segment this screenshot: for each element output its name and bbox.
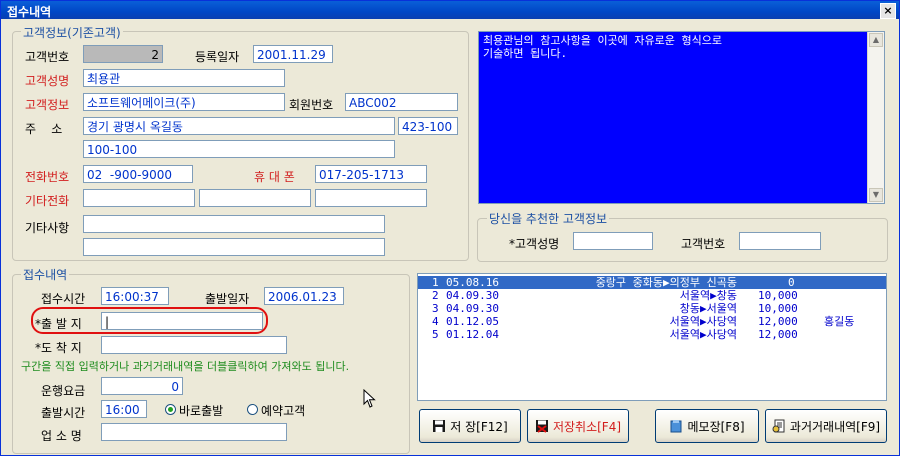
departure-date-label: 출발일자 [205,292,250,306]
history-fare: 12,000 [758,328,798,341]
history-date: 04.09.30 [446,302,499,315]
regdate-field[interactable]: 2001.11.29 [253,45,333,63]
mouse-cursor-icon [363,389,376,408]
customer-info-field[interactable]: 소프트웨어메이크(주) [83,93,285,111]
customer-id-field[interactable]: 2 [83,45,163,63]
memo-text: 최용관님의 참고사항을 이곳에 자유로운 형식으로 기술하면 됩니다. [483,34,723,60]
address-detail-field[interactable]: 100-100 [83,140,395,158]
notes-field-1[interactable] [83,215,385,233]
address-label: 주 소 [25,122,63,136]
reservation-radio[interactable] [247,404,258,415]
memo-scrollbar[interactable]: ▲ ▼ [867,32,884,203]
reception-time-field[interactable]: 16:00:37 [101,287,169,305]
history-date: 04.09.30 [446,289,499,302]
save-button-label: 저 장[F12] [450,419,508,434]
referrer-legend: 당신을 추천한 고객정보 [487,210,610,227]
history-row[interactable]: 3 04.09.30 창동▶서울역 10,000 [418,302,886,315]
history-route: 서울역▶사당역 [669,315,737,328]
origin-highlight [31,307,268,334]
customer-name-label: 고객성명 [25,74,70,88]
departure-date-field[interactable]: 2006.01.23 [264,287,344,305]
history-route: 창동▶서울역 [679,302,737,315]
history-fare: 10,000 [758,302,798,315]
cancel-save-button-label: 저장취소[F4] [552,419,622,434]
customer-info-label: 고객정보 [25,98,70,112]
history-row[interactable]: 1 05.08.16 중랑구 중화동▶의정부 신곡동 0 [418,276,886,289]
destination-label: *도 착 지 [35,341,82,355]
regdate-label: 등록일자 [195,50,240,64]
history-row[interactable]: 4 01.12.05 서울역▶사당역 12,000 홍길동 [418,315,886,328]
address-field[interactable]: 경기 광명시 옥길동 [83,117,395,135]
mobile-label: 휴 대 폰 [254,170,295,184]
history-name: 홍길동 [824,315,855,328]
customer-info-legend: 고객정보(기존고객) [21,24,123,41]
history-no: 5 [432,328,439,341]
history-fare: 0 [788,276,795,289]
history-no: 2 [432,289,439,302]
company-label: 업 소 명 [41,429,82,443]
referrer-name-label: *고객성명 [509,237,560,251]
floppy-cancel-icon [535,420,548,433]
fare-label: 운행요금 [41,384,86,398]
cancel-save-button[interactable]: 저장취소[F4] [527,409,629,443]
other-phone-field-2[interactable] [199,189,311,207]
floppy-disk-icon [433,420,446,432]
scroll-up-icon[interactable]: ▲ [869,33,883,47]
company-field[interactable] [101,423,287,441]
history-route: 서울역▶창동 [679,289,737,302]
zipcode-field[interactable]: 423-100 [398,117,458,135]
history-fare: 12,000 [758,315,798,328]
history-no: 3 [432,302,439,315]
history-date: 01.12.04 [446,328,499,341]
destination-field[interactable] [101,336,287,354]
scroll-down-icon[interactable]: ▼ [869,188,883,202]
memo-button[interactable]: 메모장[F8] [655,409,759,443]
other-phone-field-3[interactable] [315,189,427,207]
history-date: 01.12.05 [446,315,499,328]
notepad-icon [670,420,682,433]
referrer-id-label: 고객번호 [681,237,726,251]
history-date: 05.08.16 [446,276,499,289]
reception-legend: 접수내역 [21,266,70,283]
window-title: 접수내역 [7,5,52,19]
route-hint: 구간을 직접 입력하거나 과거거래내역을 더블클릭하여 가져와도 됩니다. [21,360,350,373]
reception-time-label: 접수시간 [41,292,86,306]
title-bar: 접수내역 × [1,1,899,19]
phone-label: 전화번호 [25,170,70,184]
notes-label: 기타사항 [25,221,70,235]
referrer-name-field[interactable] [573,232,653,250]
notes-field-2[interactable] [83,238,385,256]
history-no: 4 [432,315,439,328]
mobile-field[interactable]: 017-205-1713 [315,165,427,183]
history-row[interactable]: 5 01.12.04 서울역▶사당역 12,000 [418,328,886,341]
history-no: 1 [432,276,439,289]
customer-name-field[interactable]: 최용관 [83,69,285,87]
other-phone-label: 기타전화 [25,194,70,208]
departure-time-field[interactable]: 16:00 [101,400,147,418]
fare-field[interactable]: 0 [101,377,183,395]
customer-id-label: 고객번호 [25,50,70,64]
reservation-label[interactable]: 예약고객 [261,402,305,419]
close-button[interactable]: × [880,3,896,19]
other-phone-field-1[interactable] [83,189,195,207]
history-fare: 10,000 [758,289,798,302]
memo-button-label: 메모장[F8] [687,419,745,434]
member-id-label: 회원번호 [289,98,334,112]
memo-textarea[interactable]: 최용관님의 참고사항을 이곳에 자유로운 형식으로 기술하면 됩니다. ▲ ▼ [478,31,885,204]
save-button[interactable]: 저 장[F12] [419,409,521,443]
depart-now-radio[interactable] [165,404,176,415]
depart-now-label[interactable]: 바로출발 [179,402,223,419]
history-route: 서울역▶사당역 [669,328,737,341]
departure-time-label: 출발시간 [41,406,86,420]
history-button-label: 과거거래내역[F9] [789,419,881,434]
history-button[interactable]: 과거거래내역[F9] [765,409,887,443]
referrer-id-field[interactable] [739,232,821,250]
history-route: 중랑구 중화동▶의정부 신곡동 [595,276,737,289]
reception-window: 접수내역 × 고객정보(기존고객) 고객번호 2 등록일자 2001.11.29… [0,0,900,456]
document-history-icon [772,419,785,433]
phone-field[interactable]: 02 -900-9000 [83,165,193,183]
member-id-field[interactable]: ABC002 [345,93,458,111]
history-list[interactable]: 1 05.08.16 중랑구 중화동▶의정부 신곡동 0 2 04.09.30 서울역▶창동… [417,273,887,401]
history-row[interactable]: 2 04.09.30 서울역▶창동 10,000 [418,289,886,302]
